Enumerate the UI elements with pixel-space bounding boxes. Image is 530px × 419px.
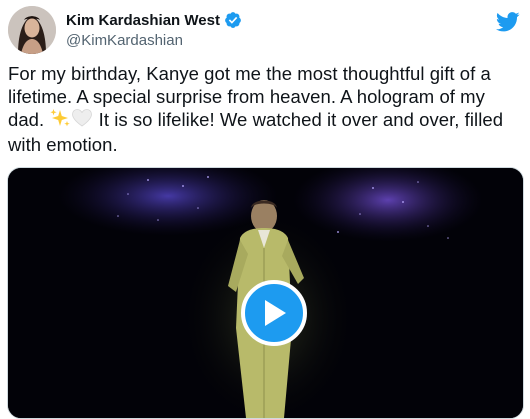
display-name-row: Kim Kardashian West: [66, 10, 242, 30]
author-names: Kim Kardashian West @KimKardashian: [66, 10, 242, 49]
tweet-card: Kim Kardashian West @KimKardashian For m…: [0, 0, 530, 419]
tweet-text: For my birthday, Kanye got me the most t…: [8, 62, 516, 156]
avatar[interactable]: [8, 6, 56, 54]
twitter-bird-icon[interactable]: [495, 12, 520, 32]
video-player[interactable]: [7, 167, 524, 419]
white-heart-emoji-icon: [71, 108, 93, 133]
play-icon: [265, 300, 286, 326]
verified-badge-icon: [224, 11, 242, 29]
author-handle[interactable]: @KimKardashian: [66, 32, 242, 49]
tweet-header: Kim Kardashian West @KimKardashian: [8, 6, 522, 56]
display-name[interactable]: Kim Kardashian West: [66, 12, 220, 29]
sparkles-emoji-icon: [49, 108, 71, 133]
play-button[interactable]: [241, 280, 307, 346]
